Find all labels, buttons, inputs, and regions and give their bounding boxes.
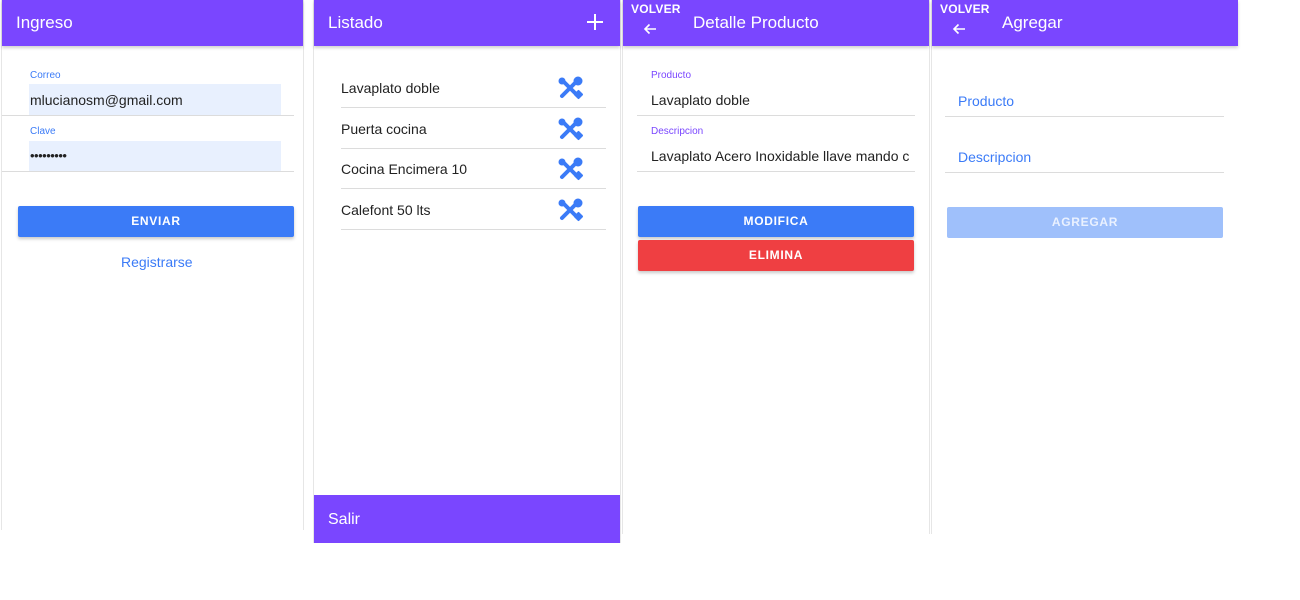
plus-icon[interactable] — [584, 10, 606, 34]
tools-icon[interactable] — [558, 76, 584, 100]
list-item[interactable]: Cocina Encimera 10 — [341, 148, 606, 189]
product-value[interactable]: Lavaplato doble — [651, 92, 750, 108]
list-item-label: Lavaplato doble — [341, 80, 440, 96]
list-item-label: Calefont 50 lts — [341, 202, 431, 218]
back-button[interactable]: VOLVER — [623, 0, 680, 46]
email-field[interactable]: Correo mlucianosm@gmail.com — [2, 66, 305, 118]
description-underline — [637, 171, 915, 172]
description-placeholder: Descripcion — [958, 149, 1032, 165]
product-input[interactable]: Producto — [945, 78, 1225, 118]
product-field[interactable]: Producto Lavaplato doble — [637, 66, 917, 118]
list-item-label: Puerta cocina — [341, 121, 427, 137]
submit-button[interactable]: ENVIAR — [18, 206, 294, 237]
page-title: Agregar — [1002, 13, 1063, 32]
description-value[interactable]: Lavaplato Acero Inoxidable llave mando c — [651, 148, 915, 164]
product-underline — [637, 115, 915, 116]
description-underline — [945, 172, 1224, 173]
page-title: Listado — [328, 13, 383, 32]
password-autofill-bg — [29, 141, 281, 171]
tools-icon[interactable] — [558, 157, 584, 181]
page-title: Detalle Producto — [693, 13, 819, 32]
detail-screen: VOLVER Detalle Producto Producto Lavapla… — [622, 0, 930, 534]
email-label: Correo — [30, 70, 61, 81]
add-button[interactable]: AGREGAR — [947, 207, 1223, 238]
tools-icon[interactable] — [558, 117, 584, 141]
list-toolbar: Listado — [314, 0, 620, 46]
list-item[interactable]: Lavaplato doble — [341, 67, 606, 108]
description-input[interactable]: Descripcion — [945, 134, 1225, 174]
back-label: VOLVER — [940, 2, 990, 16]
arrow-left-icon — [643, 23, 656, 35]
back-button[interactable]: VOLVER — [932, 0, 989, 46]
list-item[interactable]: Puerta cocina — [341, 108, 606, 149]
email-underline — [2, 115, 294, 116]
login-toolbar: Ingreso — [2, 0, 303, 46]
tools-icon[interactable] — [558, 198, 584, 222]
product-underline — [945, 116, 1224, 117]
product-label: Producto — [651, 70, 692, 81]
back-label: VOLVER — [631, 2, 681, 16]
description-label: Descripcion — [651, 126, 704, 137]
logout-label: Salir — [328, 511, 361, 528]
detail-toolbar: VOLVER Detalle Producto — [623, 0, 929, 46]
register-link[interactable]: Registrarse — [121, 254, 193, 270]
add-toolbar: VOLVER Agregar — [932, 0, 1238, 46]
password-label: Clave — [30, 126, 56, 137]
arrow-left-icon — [952, 23, 965, 35]
modify-button[interactable]: MODIFICA — [638, 206, 914, 237]
password-underline — [2, 171, 294, 172]
login-screen: Ingreso Correo mlucianosm@gmail.com Clav… — [1, 0, 304, 530]
description-field[interactable]: Descripcion Lavaplato Acero Inoxidable l… — [637, 122, 917, 174]
list-screen: Listado Lavaplato doble Puerta cocina Co… — [313, 0, 621, 543]
product-placeholder: Producto — [958, 93, 1015, 109]
page-title: Ingreso — [16, 13, 73, 32]
list-item[interactable]: Calefont 50 lts — [341, 189, 606, 230]
add-screen: VOLVER Agregar Producto Descripcion AGRE… — [931, 0, 1238, 534]
password-field[interactable]: Clave ••••••••• — [2, 122, 305, 174]
email-value[interactable]: mlucianosm@gmail.com — [30, 92, 183, 108]
logout-button[interactable]: Salir — [314, 495, 620, 543]
delete-button[interactable]: ELIMINA — [638, 240, 914, 271]
password-value[interactable]: ••••••••• — [30, 148, 67, 163]
list-item-label: Cocina Encimera 10 — [341, 161, 468, 177]
